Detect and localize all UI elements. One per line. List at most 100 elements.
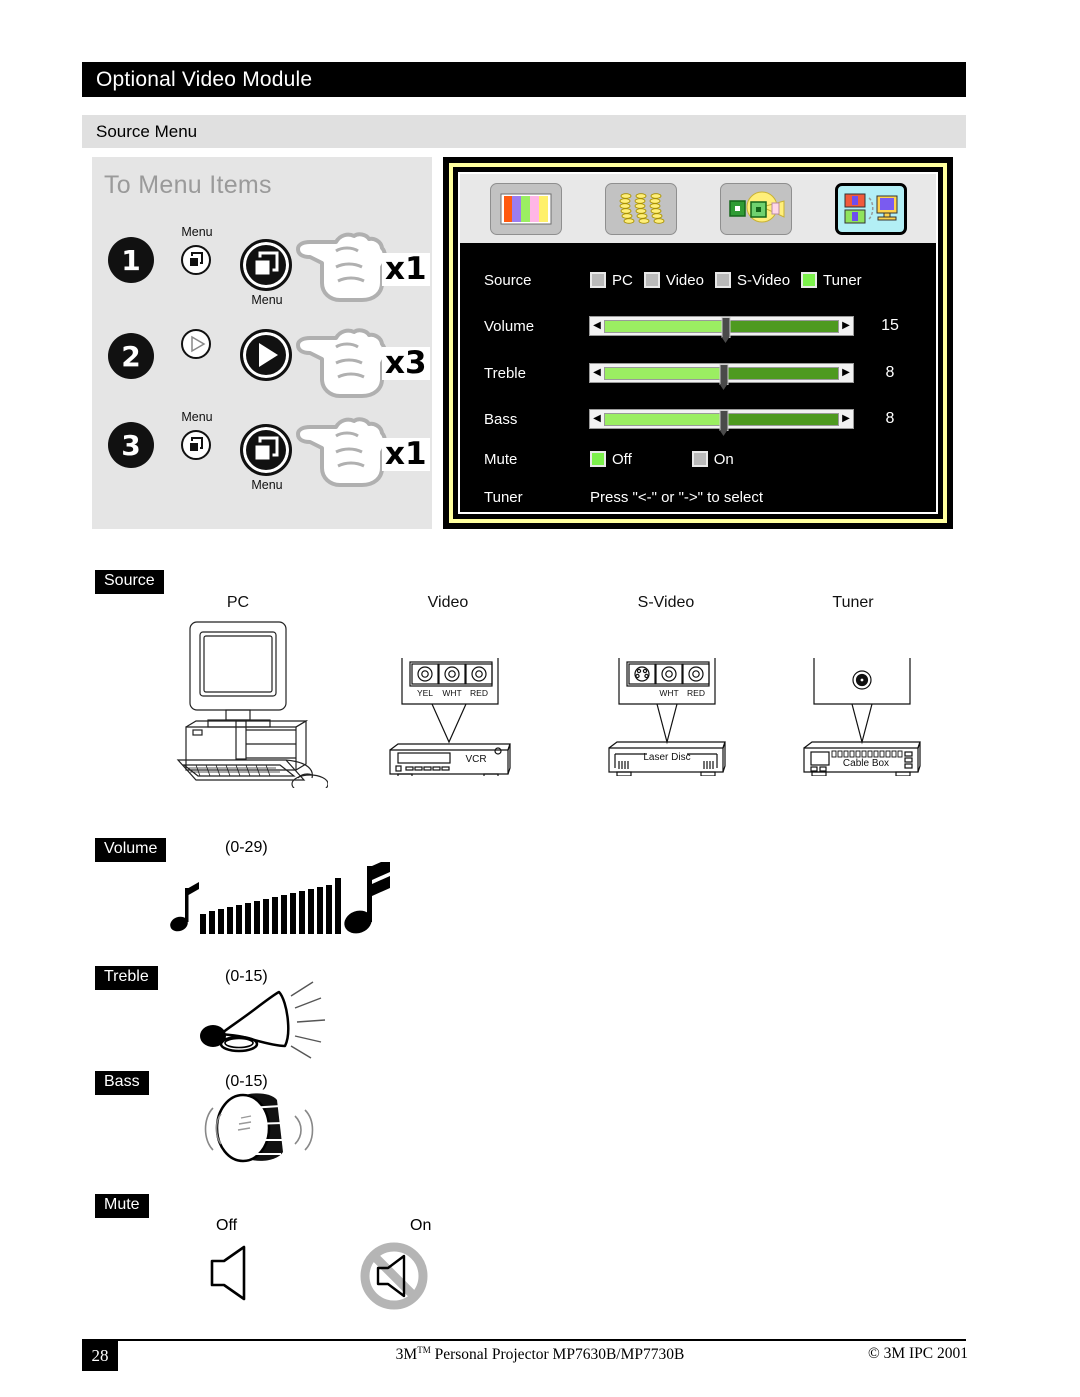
osd-label-source: Source — [484, 271, 532, 289]
svg-text:WHT: WHT — [442, 688, 461, 698]
step-number-badge: 1 — [108, 237, 154, 283]
keystone-icon[interactable] — [604, 182, 677, 235]
menu-icon — [181, 245, 211, 275]
checkbox-icon — [590, 272, 606, 288]
slider-knob[interactable] — [719, 409, 729, 436]
remote-small-button-2[interactable] — [166, 321, 228, 401]
osd-yellow-border: Source PC Video S-Video Tuner Volume ◀ ▶… — [449, 163, 947, 523]
chevron-right-icon[interactable]: ▶ — [839, 321, 853, 331]
press-count-label: x1 — [382, 438, 430, 471]
osd-value-treble: 8 — [885, 364, 895, 381]
osd-mute-options: Off On — [590, 451, 734, 468]
osd-option-video[interactable]: Video — [643, 272, 704, 289]
mute-off-label: Off — [216, 1217, 238, 1234]
osd-option-label: Tuner — [823, 271, 862, 289]
source-video-icon[interactable] — [834, 182, 907, 235]
tag-bass: Bass — [95, 1071, 149, 1095]
checkbox-checked-icon — [801, 272, 818, 288]
speaker-icon — [206, 1245, 258, 1303]
laser-disc-device-label: Laser Disc — [643, 752, 690, 763]
press-count-label: x3 — [382, 347, 430, 380]
footer-copyright: © 3M IPC 2001 — [867, 1345, 968, 1362]
osd-option-mute-off[interactable]: Off — [590, 451, 632, 468]
remote-big-button-3[interactable]: Menu — [232, 412, 302, 496]
osd-value-bass: 8 — [885, 410, 895, 427]
chevron-left-icon[interactable]: ◀ — [590, 321, 604, 331]
checkbox-checked-icon — [590, 451, 606, 467]
bass-range-label: (0-15) — [225, 1073, 268, 1090]
osd-option-tuner[interactable]: Tuner — [801, 272, 862, 289]
menu-icon — [240, 424, 292, 476]
step-row-1: 1 Menu Menu x1 — [100, 221, 430, 317]
menu-icon — [181, 430, 211, 460]
step-row-2: 2 x3 — [100, 317, 430, 413]
osd-option-label: PC — [612, 271, 633, 289]
chevron-right-icon[interactable]: ▶ — [839, 414, 853, 424]
pointing-hand-icon — [296, 412, 392, 490]
slider-track[interactable] — [604, 363, 839, 390]
slider-fill — [605, 413, 724, 425]
osd-slider-treble[interactable]: ◀ ▶ — [589, 363, 854, 390]
remote-small-button-1[interactable]: Menu — [166, 225, 228, 305]
play-right-arrow-icon — [181, 329, 211, 359]
small-button-label: Menu — [181, 225, 213, 239]
osd-tuner-hint: Press "<-" or "->" to select — [590, 488, 764, 506]
step-number-badge: 2 — [108, 333, 154, 379]
osd-slider-volume[interactable]: ◀ ▶ — [589, 316, 854, 343]
tag-mute: Mute — [95, 1194, 149, 1218]
section-header-bar: Source Menu — [82, 115, 966, 148]
step-row-3: 3 Menu Menu x1 — [100, 406, 430, 502]
slider-knob[interactable] — [721, 316, 731, 343]
slider-knob[interactable] — [719, 363, 729, 390]
osd-option-label: S-Video — [736, 271, 791, 289]
chevron-right-icon[interactable]: ▶ — [839, 368, 853, 378]
osd-value-volume: 15 — [881, 317, 899, 334]
section-title: Source Menu — [96, 121, 198, 141]
osd-option-label: On — [713, 450, 734, 468]
remote-big-button-2[interactable] — [232, 323, 302, 407]
osd-option-pc[interactable]: PC — [590, 272, 633, 289]
source-heading-tuner: Tuner — [832, 594, 874, 611]
remote-small-button-3[interactable]: Menu — [166, 410, 228, 490]
chevron-left-icon[interactable]: ◀ — [590, 414, 604, 424]
osd-rows: Source PC Video S-Video Tuner Volume ◀ ▶… — [460, 243, 936, 512]
slider-fill — [605, 367, 724, 379]
osd-label-bass: Bass — [484, 410, 518, 428]
slider-track[interactable] — [604, 409, 839, 436]
footer-trademark: TM — [417, 1345, 431, 1355]
volume-range-label: (0-29) — [225, 839, 268, 856]
small-button-label: Menu — [181, 410, 213, 424]
big-button-label: Menu — [251, 478, 283, 492]
osd-option-s-video[interactable]: S-Video — [714, 271, 791, 289]
mute-on-label: On — [410, 1217, 432, 1234]
checkbox-icon — [643, 272, 660, 288]
osd-option-mute-on[interactable]: On — [691, 450, 734, 468]
cable-box-device-label: Cable Box — [843, 758, 889, 769]
osd-inner: Source PC Video S-Video Tuner Volume ◀ ▶… — [458, 172, 938, 514]
play-right-arrow-icon — [240, 329, 292, 381]
osd-toolbar — [460, 174, 936, 243]
osd-row-mute: Mute Off On — [460, 444, 936, 474]
speaker-muted-icon — [358, 1240, 430, 1312]
press-count-label: x1 — [382, 253, 430, 286]
osd-source-options: PC Video S-Video Tuner — [590, 272, 862, 289]
svg-text:RED: RED — [470, 688, 488, 698]
image-adjust-icon[interactable] — [719, 182, 792, 235]
osd-row-source: Source PC Video S-Video Tuner — [460, 265, 936, 295]
source-heading-s-video: S-Video — [637, 594, 695, 611]
slider-track[interactable] — [604, 316, 839, 343]
svg-text:RED: RED — [687, 688, 705, 698]
remote-big-button-1[interactable]: Menu — [232, 227, 302, 311]
svg-text:WHT: WHT — [659, 688, 678, 698]
pointing-hand-icon — [296, 227, 392, 305]
osd-slider-bass[interactable]: ◀ ▶ — [589, 409, 854, 436]
page-title: Optional Video Module — [96, 67, 313, 91]
page-header-bar: Optional Video Module — [82, 62, 966, 97]
osd-label-volume: Volume — [484, 317, 535, 335]
chevron-left-icon[interactable]: ◀ — [590, 368, 604, 378]
svg-text:YEL: YEL — [417, 688, 433, 698]
menu-icon — [240, 239, 292, 291]
color-bars-icon[interactable] — [489, 182, 562, 235]
pointing-hand-icon — [296, 323, 392, 401]
osd-menu-screenshot: Source PC Video S-Video Tuner Volume ◀ ▶… — [443, 157, 953, 529]
